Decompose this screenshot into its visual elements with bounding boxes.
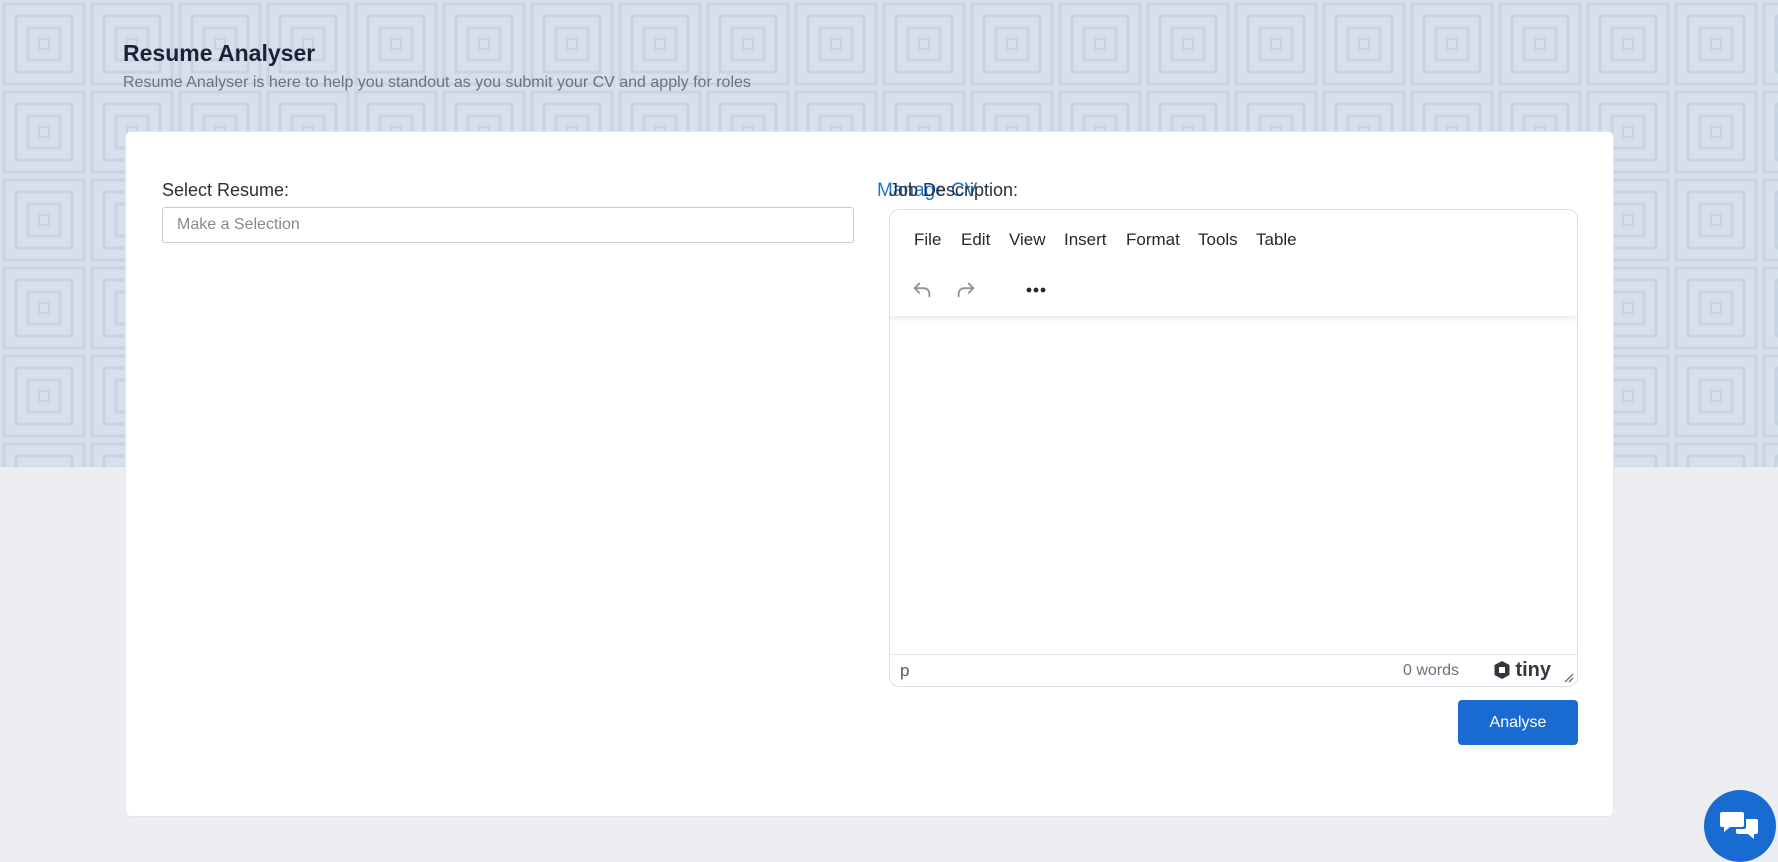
resize-handle-icon[interactable]: [1562, 671, 1574, 683]
job-description-label: Job Description:: [889, 180, 1019, 200]
resume-select[interactable]: Make a Selection: [162, 207, 854, 243]
menu-view[interactable]: View: [1009, 230, 1046, 250]
chat-icon: [1720, 812, 1758, 839]
page-subtitle: Resume Analyser is here to help you stan…: [123, 74, 751, 91]
editor-toolbar: File Edit View Insert Format Tools Table: [890, 210, 1577, 316]
analyse-button[interactable]: Analyse: [1458, 700, 1578, 745]
menu-format[interactable]: Format: [1126, 230, 1180, 250]
analyser-card: Select Resume: Manage CV Make a Selectio…: [125, 131, 1614, 817]
editor-content-area[interactable]: [890, 316, 1577, 656]
select-resume-label: Select Resume:: [162, 180, 290, 200]
page-title: Resume Analyser: [123, 40, 316, 66]
editor-statusbar: p 0 words tiny: [890, 654, 1577, 686]
chat-button[interactable]: [1704, 790, 1776, 862]
resume-select-placeholder: Make a Selection: [177, 216, 300, 233]
job-description-editor[interactable]: File Edit View Insert Format Tools Table: [889, 209, 1578, 687]
word-count[interactable]: 0 words: [1403, 662, 1459, 680]
tiny-logo[interactable]: tiny: [1492, 658, 1551, 682]
tiny-brand-text: tiny: [1515, 658, 1551, 681]
more-button[interactable]: [1020, 274, 1052, 306]
menu-tools[interactable]: Tools: [1198, 230, 1238, 250]
more-horizontal-icon: [1026, 287, 1046, 293]
redo-button[interactable]: [950, 274, 982, 306]
tiny-logo-icon: [1494, 661, 1510, 679]
menu-table[interactable]: Table: [1256, 230, 1297, 250]
redo-icon: [957, 282, 975, 298]
undo-button[interactable]: [906, 274, 938, 306]
menu-edit[interactable]: Edit: [961, 230, 990, 250]
element-path[interactable]: p: [900, 661, 909, 681]
menu-insert[interactable]: Insert: [1064, 230, 1107, 250]
undo-icon: [913, 282, 931, 298]
menu-file[interactable]: File: [914, 230, 941, 250]
